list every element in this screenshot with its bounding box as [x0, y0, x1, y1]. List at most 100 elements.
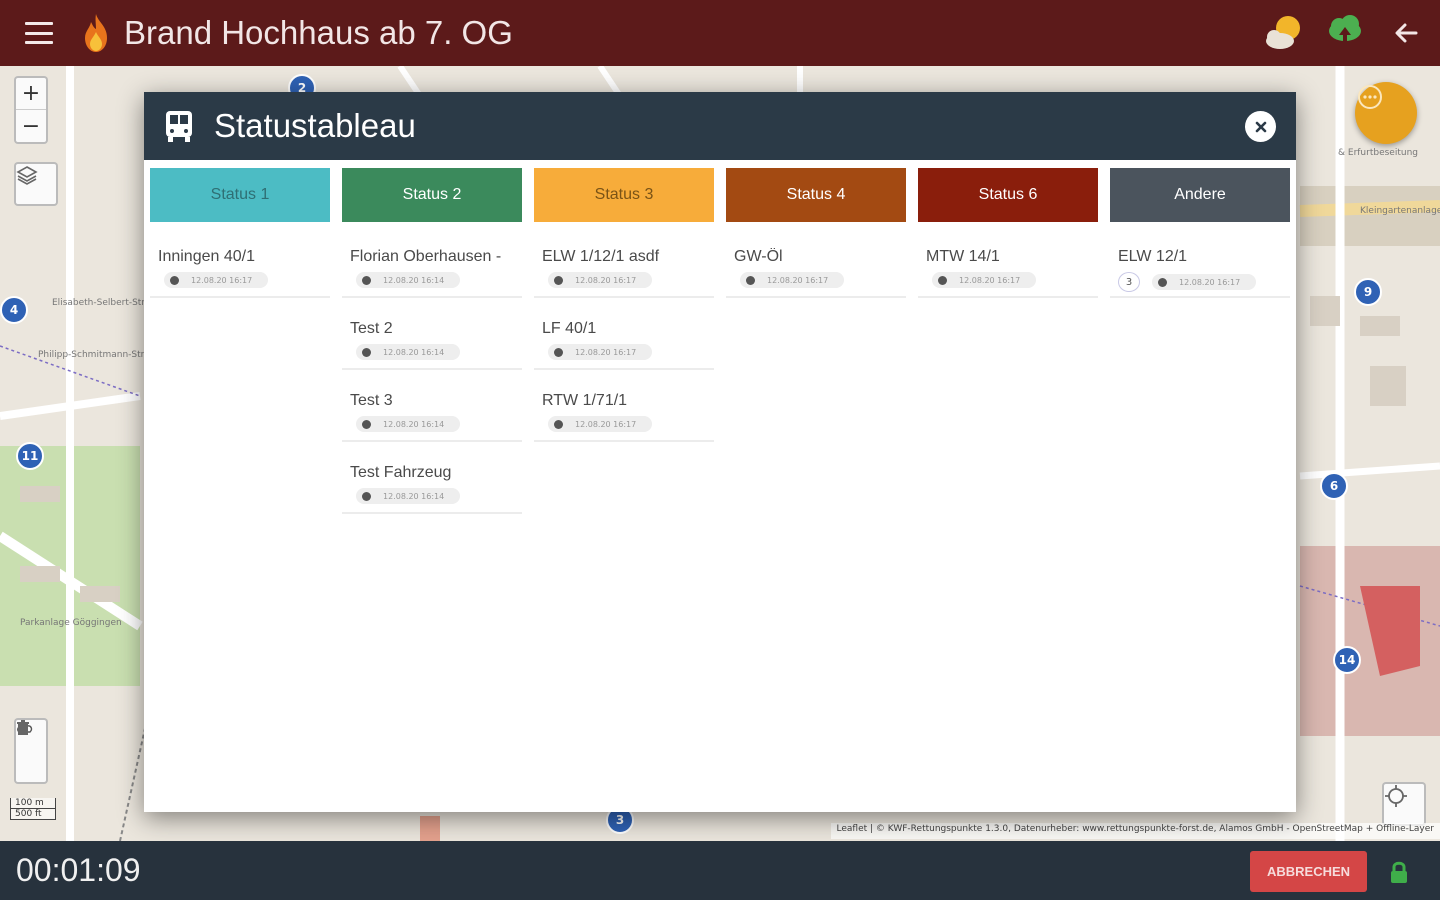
status-column: Status 2 Florian Oberhausen - 12.08.20 16:… [342, 168, 522, 514]
vehicle-name: Inningen 40/1 [158, 248, 255, 265]
clock-icon [362, 347, 371, 357]
vehicle-meta: 12.08.20 16:17 [542, 272, 708, 288]
map-scale: 100 m 500 ft [10, 798, 56, 820]
bus-icon [166, 111, 192, 142]
bottom-bar: 00:01:09 ABBRECHEN [0, 841, 1440, 900]
map-marker[interactable]: 4 [0, 296, 28, 324]
status-time: 12.08.20 16:14 [383, 419, 445, 429]
trash-icon [17, 720, 29, 735]
status-column-header[interactable]: Status 6 [918, 168, 1098, 222]
cloud-upload-icon[interactable] [1326, 13, 1364, 53]
status-column: Status 6 MTW 14/1 12.08.20 16:17 [918, 168, 1098, 510]
clock-icon [938, 275, 947, 285]
dialog-header: Statustableau [144, 92, 1296, 160]
dialog-title: Statustableau [214, 107, 416, 144]
status-time: 12.08.20 16:17 [1179, 277, 1241, 287]
vehicle-item[interactable]: Florian Oberhausen - 12.08.20 16:14 [342, 240, 522, 298]
clock-icon [554, 275, 563, 285]
vehicle-item[interactable]: MTW 14/1 12.08.20 16:17 [918, 240, 1098, 298]
vehicle-name: Test Fahrzeug [350, 464, 452, 481]
clock-icon [554, 347, 563, 357]
vehicle-item[interactable]: Inningen 40/1 12.08.20 16:17 [150, 240, 330, 298]
vehicle-name: MTW 14/1 [926, 248, 1000, 265]
status-time-badge: 12.08.20 16:14 [356, 344, 461, 360]
status-column: Status 1 Inningen 40/1 12.08.20 16:17 [150, 168, 330, 510]
weather-icon[interactable] [1262, 13, 1306, 53]
status-time: 12.08.20 16:17 [575, 419, 637, 429]
vehicle-count-badge: 3 [1118, 272, 1140, 292]
chat-button[interactable] [1355, 82, 1417, 144]
status-column-header[interactable]: Andere [1110, 168, 1290, 222]
app-title: Brand Hochhaus ab 7. OG [124, 14, 513, 51]
vehicle-item[interactable]: Test Fahrzeug 12.08.20 16:14 [342, 456, 522, 514]
vehicle-item[interactable]: GW-Öl 12.08.20 16:17 [726, 240, 906, 298]
clock-icon [1158, 277, 1167, 287]
status-column-header[interactable]: Status 2 [342, 168, 522, 222]
flame-icon [85, 14, 107, 52]
vehicle-name: RTW 1/71/1 [542, 392, 628, 409]
vehicle-name: Test 3 [350, 392, 393, 409]
vehicle-item[interactable]: LF 40/1 12.08.20 16:17 [534, 312, 714, 370]
cancel-button[interactable]: ABBRECHEN [1250, 851, 1367, 892]
status-time-badge: 12.08.20 16:17 [932, 272, 1037, 288]
vehicle-item[interactable]: ELW 12/1 3 12.08.20 16:17 [1110, 240, 1290, 298]
layers-icon [16, 166, 38, 185]
scale-metric: 100 m [10, 798, 56, 809]
layers-button[interactable] [14, 162, 58, 206]
map-marker[interactable]: 14 [1333, 646, 1361, 674]
vehicle-name: Florian Oberhausen - [350, 248, 502, 265]
vehicle-name: Test 2 [350, 320, 393, 337]
close-button[interactable] [1245, 111, 1276, 142]
clock-icon [362, 275, 371, 285]
app-bar: Brand Hochhaus ab 7. OG [0, 0, 1440, 66]
vehicle-meta: 12.08.20 16:14 [350, 488, 516, 504]
status-column-header[interactable]: Status 1 [150, 168, 330, 222]
vehicle-item[interactable]: Test 3 12.08.20 16:14 [342, 384, 522, 442]
back-arrow-icon[interactable] [1392, 19, 1420, 47]
map-label-park: Parkanlage Göggingen [20, 618, 122, 628]
vehicle-meta: 12.08.20 16:14 [350, 416, 516, 432]
vehicle-meta: 12.08.20 16:14 [350, 272, 516, 288]
clock-icon [170, 275, 179, 285]
vehicle-item[interactable]: RTW 1/71/1 12.08.20 16:17 [534, 384, 714, 442]
clock-icon [554, 419, 563, 429]
status-column-header[interactable]: Status 4 [726, 168, 906, 222]
status-column: Status 4 GW-Öl 12.08.20 16:17 [726, 168, 906, 510]
status-time: 12.08.20 16:17 [191, 275, 253, 285]
map-attribution[interactable]: Leaflet | © KWF-Rettungspunkte 1.3.0, Da… [830, 823, 1440, 839]
map-label-street: Philipp-Schmitmann-Str. [38, 350, 147, 360]
menu-icon[interactable] [25, 22, 53, 44]
vehicle-item[interactable]: Test 2 12.08.20 16:14 [342, 312, 522, 370]
map-label-street-2: Elisabeth-Selbert-Str. [52, 298, 148, 308]
vehicle-item[interactable]: ELW 1/12/1 asdf 12.08.20 16:17 [534, 240, 714, 298]
vehicle-name: LF 40/1 [542, 320, 597, 337]
clock-icon [362, 419, 371, 429]
vehicle-meta: 12.08.20 16:17 [542, 344, 708, 360]
vehicle-name: ELW 1/12/1 asdf [542, 248, 660, 265]
zoom-in-button[interactable]: + [16, 78, 46, 110]
zoom-out-button[interactable]: − [16, 110, 46, 142]
map-marker[interactable]: 6 [1320, 472, 1348, 500]
locate-button[interactable] [1382, 782, 1426, 826]
clock-icon [746, 275, 755, 285]
locate-icon [1385, 785, 1407, 807]
lock-icon[interactable] [1389, 860, 1409, 884]
vehicle-meta: 12.08.20 16:17 [926, 272, 1092, 288]
map-marker[interactable]: 9 [1354, 278, 1382, 306]
status-time-badge: 12.08.20 16:17 [548, 272, 653, 288]
status-time: 12.08.20 16:14 [383, 491, 445, 501]
vehicle-name: ELW 12/1 [1118, 248, 1188, 265]
status-column: Status 3 ELW 1/12/1 asdf 12.08.20 16:17 LF … [534, 168, 714, 510]
status-column-header[interactable]: Status 3 [534, 168, 714, 222]
map-label-poi: & Erfurtbeseitung [1338, 148, 1418, 158]
map-marker[interactable]: 11 [16, 442, 44, 470]
status-time-badge: 12.08.20 16:17 [740, 272, 845, 288]
status-board-dialog: Statustableau Status 1 Inningen 40/1 12.08… [144, 92, 1296, 812]
status-time: 12.08.20 16:14 [383, 347, 445, 357]
status-time: 12.08.20 16:17 [575, 347, 637, 357]
trash-button[interactable] [16, 720, 46, 782]
vehicle-meta: 12.08.20 16:17 [542, 416, 708, 432]
side-tools [14, 718, 48, 784]
status-column: Andere ELW 12/1 3 12.08.20 16:17 [1110, 168, 1290, 510]
close-icon [1255, 121, 1266, 132]
